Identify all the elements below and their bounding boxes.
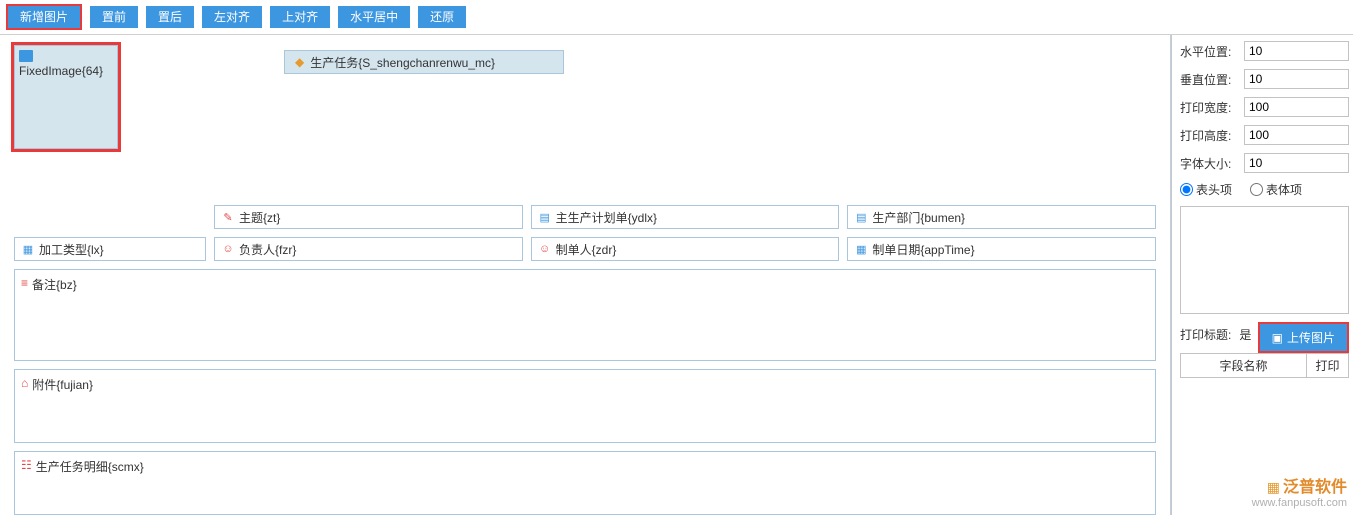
field-owner[interactable]: ☺负责人{fzr}: [214, 237, 523, 261]
hpos-label: 水平位置:: [1180, 43, 1238, 60]
toolbar: 新增图片 置前 置后 左对齐 上对齐 水平居中 还原: [0, 0, 1353, 35]
field-maker[interactable]: ☺制单人{zdr}: [531, 237, 840, 261]
restore-button[interactable]: 还原: [418, 6, 466, 28]
calendar-icon: ▦: [854, 242, 868, 256]
field-main-plan[interactable]: ▤主生产计划单{ydlx}: [531, 205, 840, 229]
radio-header-input[interactable]: [1180, 183, 1193, 196]
user-icon: ☺: [538, 242, 552, 256]
edit-icon: ✎: [221, 210, 235, 224]
vpos-input[interactable]: [1244, 69, 1349, 89]
field-make-date[interactable]: ▦制单日期{appTime}: [847, 237, 1156, 261]
bring-front-button[interactable]: 置前: [90, 6, 138, 28]
doc-icon: ▤: [538, 210, 552, 224]
field-remark[interactable]: ≡备注{bz}: [14, 269, 1156, 361]
properties-panel: 水平位置: 垂直位置: 打印宽度: 打印高度: 字体大小: 表头项 表体项 ▣上…: [1171, 35, 1353, 515]
task-title-field[interactable]: ◆ 生产任务{S_shengchanrenwu_mc}: [284, 50, 564, 74]
upload-icon: ▣: [1272, 331, 1283, 345]
fixed-image-placeholder[interactable]: FixedImage{64}: [14, 45, 118, 149]
upload-image-button[interactable]: ▣上传图片: [1260, 324, 1347, 351]
fontsize-label: 字体大小:: [1180, 155, 1238, 172]
send-back-button[interactable]: 置后: [146, 6, 194, 28]
grid-icon: ☷: [21, 458, 32, 472]
image-icon: [19, 50, 33, 62]
field-subject[interactable]: ✎主题{zt}: [214, 205, 523, 229]
print-title-label: 打印标题:: [1180, 326, 1231, 343]
pwidth-input[interactable]: [1244, 97, 1349, 117]
radio-body-input[interactable]: [1250, 183, 1263, 196]
vpos-label: 垂直位置:: [1180, 71, 1238, 88]
design-canvas[interactable]: FixedImage{64} ◆ 生产任务{S_shengchanrenwu_m…: [0, 35, 1171, 515]
field-detail[interactable]: ☷生产任务明细{scmx}: [14, 451, 1156, 515]
doc-icon: ▤: [854, 210, 868, 224]
hpos-input[interactable]: [1244, 41, 1349, 61]
center-horizontal-button[interactable]: 水平居中: [338, 6, 410, 28]
add-image-button[interactable]: 新增图片: [8, 6, 80, 28]
pwidth-label: 打印宽度:: [1180, 99, 1238, 116]
user-icon: ☺: [221, 242, 235, 256]
print-title-value: 是: [1239, 326, 1251, 343]
field-attachment[interactable]: ⌂附件{fujian}: [14, 369, 1156, 443]
vendor-logo: ▦ 泛普软件 www.fanpusoft.com: [1252, 479, 1347, 509]
radio-header-item[interactable]: 表头项: [1180, 181, 1232, 198]
align-top-button[interactable]: 上对齐: [270, 6, 330, 28]
tag-icon: ◆: [295, 55, 304, 69]
image-preview-box: [1180, 206, 1349, 314]
radio-body-item[interactable]: 表体项: [1250, 181, 1302, 198]
fields-table: 字段名称 打印: [1180, 353, 1349, 378]
list-icon: ▦: [21, 242, 35, 256]
align-left-button[interactable]: 左对齐: [202, 6, 262, 28]
field-proc-type[interactable]: ▦加工类型{lx}: [14, 237, 206, 261]
pheight-input[interactable]: [1244, 125, 1349, 145]
col-field-name: 字段名称: [1181, 354, 1307, 378]
fontsize-input[interactable]: [1244, 153, 1349, 173]
text-icon: ≡: [21, 276, 28, 290]
attachment-icon: ⌂: [21, 376, 28, 390]
field-dept[interactable]: ▤生产部门{bumen}: [847, 205, 1156, 229]
col-print: 打印: [1307, 354, 1349, 378]
task-title-label: 生产任务{S_shengchanrenwu_mc}: [310, 54, 495, 71]
pheight-label: 打印高度:: [1180, 127, 1238, 144]
fixed-image-label: FixedImage{64}: [19, 64, 103, 78]
